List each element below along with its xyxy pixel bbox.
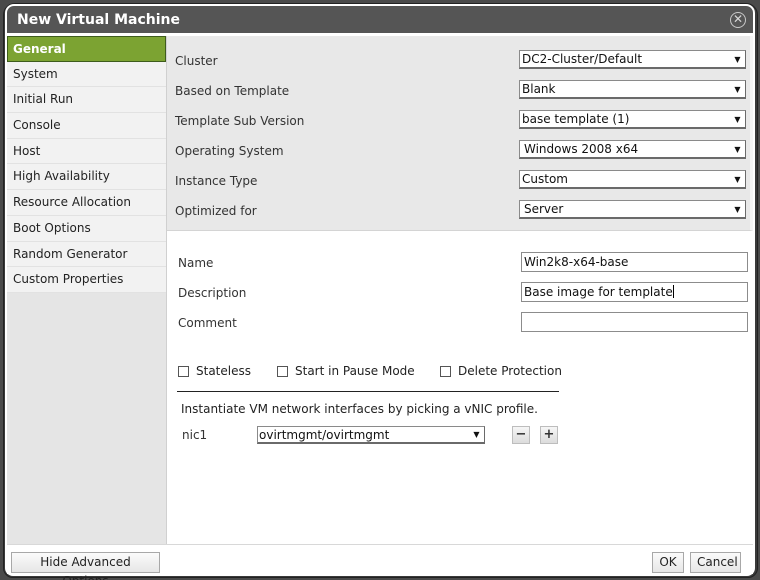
instance-type-value: Custom [522, 172, 568, 186]
stateless-label: Stateless [196, 364, 251, 378]
comment-label: Comment [178, 316, 237, 330]
start-paused-label: Start in Pause Mode [295, 364, 415, 378]
sidebar-item-custom-properties[interactable]: Custom Properties [7, 267, 166, 293]
chevron-down-icon: ▼ [734, 115, 741, 124]
sidebar-item-console[interactable]: Console [7, 113, 166, 139]
template-sub-version-row: Template Sub Version base template (1) ▼ [167, 110, 753, 134]
description-label: Description [178, 286, 247, 300]
cancel-button[interactable]: Cancel [690, 552, 741, 573]
sidebar-item-high-availability[interactable]: High Availability [7, 164, 166, 191]
operating-system-label: Operating System [175, 144, 284, 158]
checkbox-box[interactable] [440, 365, 451, 377]
description-row: Description Base image for template [167, 282, 753, 306]
sidebar-item-random-generator[interactable]: Random Generator [7, 241, 166, 268]
operating-system-value: Windows 2008 x64 [524, 142, 639, 156]
nic-label: nic1 [182, 428, 208, 442]
section-divider [177, 391, 559, 392]
cluster-label: Cluster [175, 54, 218, 68]
operating-system-select[interactable]: Windows 2008 x64 ▼ [519, 140, 746, 159]
sidebar-item-host[interactable]: Host [7, 138, 166, 165]
vm-basic-settings-panel: Cluster DC2-Cluster/Default ▼ Based on T… [167, 36, 753, 231]
template-label: Based on Template [175, 84, 290, 98]
comment-input[interactable] [521, 312, 748, 332]
sidebar: General System Initial Run Console Host … [7, 36, 166, 544]
optimized-for-select[interactable]: Server ▼ [519, 200, 746, 219]
dialog-footer: Hide Advanced Options OK Cancel [7, 544, 753, 580]
description-input[interactable]: Base image for template [521, 282, 748, 302]
name-label: Name [178, 256, 214, 270]
hide-advanced-options-button[interactable]: Hide Advanced Options [11, 552, 160, 580]
delete-protection-label: Delete Protection [458, 364, 562, 378]
comment-row: Comment [167, 312, 753, 336]
template-sub-version-value: base template (1) [522, 112, 630, 126]
sidebar-item-general[interactable]: General [7, 36, 166, 62]
template-value: Blank [522, 82, 556, 96]
sidebar-item-system[interactable]: System [7, 61, 166, 88]
checkbox-box[interactable] [178, 365, 189, 377]
instance-type-select[interactable]: Custom ▼ [519, 170, 746, 189]
stateless-checkbox[interactable]: Stateless [178, 364, 251, 378]
checkbox-box[interactable] [277, 365, 288, 377]
sidebar-item-resource-allocation[interactable]: Resource Allocation [7, 190, 166, 216]
name-row: Name Win2k8-x64-base [167, 252, 753, 276]
chevron-down-icon: ▼ [734, 145, 741, 154]
name-input[interactable]: Win2k8-x64-base [521, 252, 748, 272]
cluster-value: DC2-Cluster/Default [522, 52, 643, 66]
operating-system-row: Operating System Windows 2008 x64 ▼ [167, 140, 753, 164]
template-sub-version-label: Template Sub Version [175, 114, 305, 128]
description-value: Base image for template [524, 285, 673, 299]
cluster-select[interactable]: DC2-Cluster/Default ▼ [519, 50, 746, 69]
remove-nic-button[interactable]: − [512, 426, 530, 444]
close-icon[interactable]: ✕ [730, 12, 746, 28]
chevron-down-icon: ▼ [734, 85, 741, 94]
template-row: Based on Template Blank ▼ [167, 80, 753, 104]
start-paused-checkbox[interactable]: Start in Pause Mode [277, 364, 415, 378]
optimized-for-value: Server [524, 202, 564, 216]
dialog-titlebar: New Virtual Machine ✕ [7, 6, 753, 33]
chevron-down-icon: ▼ [734, 55, 741, 64]
instance-type-row: Instance Type Custom ▼ [167, 170, 753, 194]
vnic-instruction: Instantiate VM network interfaces by pic… [181, 402, 538, 416]
sidebar-item-initial-run[interactable]: Initial Run [7, 87, 166, 114]
optimized-for-label: Optimized for [175, 204, 257, 218]
template-sub-version-select[interactable]: base template (1) ▼ [519, 110, 746, 129]
chevron-down-icon: ▼ [734, 205, 741, 214]
vnic-profile-select[interactable]: ovirtmgmt/ovirtmgmt ▼ [257, 426, 485, 444]
ok-button[interactable]: OK [652, 552, 684, 573]
dialog-title: New Virtual Machine [17, 12, 180, 28]
add-nic-button[interactable]: + [540, 426, 558, 444]
vnic-profile-value: ovirtmgmt/ovirtmgmt [259, 428, 390, 442]
cluster-row: Cluster DC2-Cluster/Default ▼ [167, 50, 753, 74]
chevron-down-icon: ▼ [734, 175, 741, 184]
chevron-down-icon: ▼ [473, 430, 480, 439]
general-tab-content: Cluster DC2-Cluster/Default ▼ Based on T… [166, 36, 753, 544]
options-checkboxes: Stateless Start in Pause Mode Delete Pro… [178, 364, 578, 384]
text-caret [672, 285, 674, 298]
template-select[interactable]: Blank ▼ [519, 80, 746, 99]
sidebar-item-boot-options[interactable]: Boot Options [7, 215, 166, 242]
delete-protection-checkbox[interactable]: Delete Protection [440, 364, 562, 378]
instance-type-label: Instance Type [175, 174, 258, 188]
optimized-for-row: Optimized for Server ▼ [167, 200, 753, 224]
